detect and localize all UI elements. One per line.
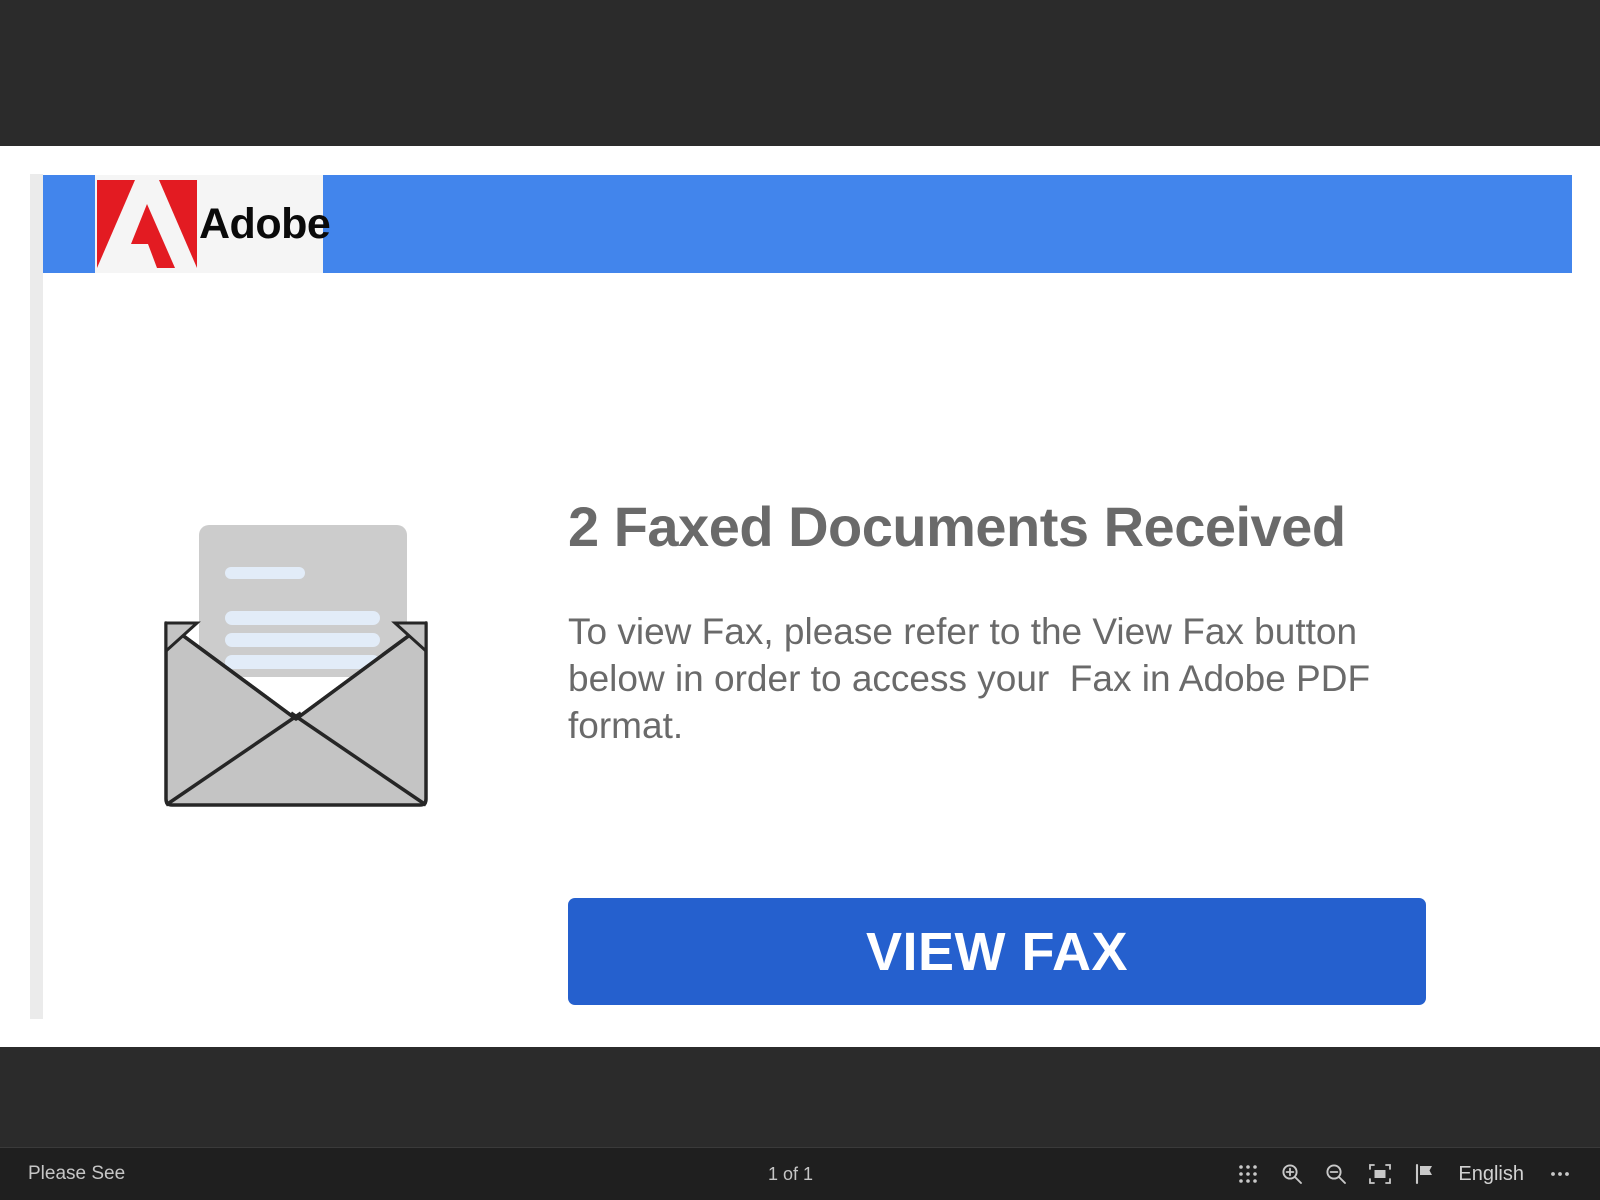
- viewer-toolbar: Please See 1 of 1 English: [0, 1147, 1600, 1200]
- toolbar-actions: English: [1226, 1152, 1582, 1196]
- viewer-bottom-chrome: [0, 1047, 1600, 1147]
- email-content: 2 Faxed Documents Received To view Fax, …: [43, 273, 1590, 1047]
- page-thumbnails-icon[interactable]: [1226, 1152, 1270, 1196]
- email-body: Adobe 2 Faxed Documents Received To view…: [43, 146, 1590, 1047]
- fit-to-page-icon[interactable]: [1358, 1152, 1402, 1196]
- language-selector[interactable]: English: [1446, 1163, 1538, 1186]
- email-copy: 2 Faxed Documents Received To view Fax, …: [568, 495, 1468, 750]
- page-left-gutter: [30, 174, 43, 1019]
- page-indicator: 1 of 1: [768, 1163, 814, 1184]
- document-page: Adobe 2 Faxed Documents Received To view…: [0, 146, 1600, 1047]
- adobe-logo-plate: Adobe: [95, 175, 331, 273]
- view-fax-button[interactable]: VIEW FAX: [568, 898, 1426, 1005]
- open-envelope-with-letter-icon: [164, 525, 428, 807]
- adobe-a-logo-icon: [97, 180, 197, 268]
- more-options-icon[interactable]: [1538, 1152, 1582, 1196]
- pdf-viewer: Adobe 2 Faxed Documents Received To view…: [0, 0, 1600, 1200]
- zoom-out-icon[interactable]: [1314, 1152, 1358, 1196]
- document-filename: Please See: [28, 1163, 126, 1184]
- viewer-top-chrome: [0, 0, 1600, 146]
- page-title: 2 Faxed Documents Received: [568, 495, 1346, 558]
- adobe-wordmark: Adobe: [199, 199, 331, 248]
- zoom-in-icon[interactable]: [1270, 1152, 1314, 1196]
- brand-banner: Adobe: [43, 175, 1572, 273]
- body-paragraph: To view Fax, please refer to the View Fa…: [568, 610, 1381, 746]
- flag-icon[interactable]: [1402, 1152, 1446, 1196]
